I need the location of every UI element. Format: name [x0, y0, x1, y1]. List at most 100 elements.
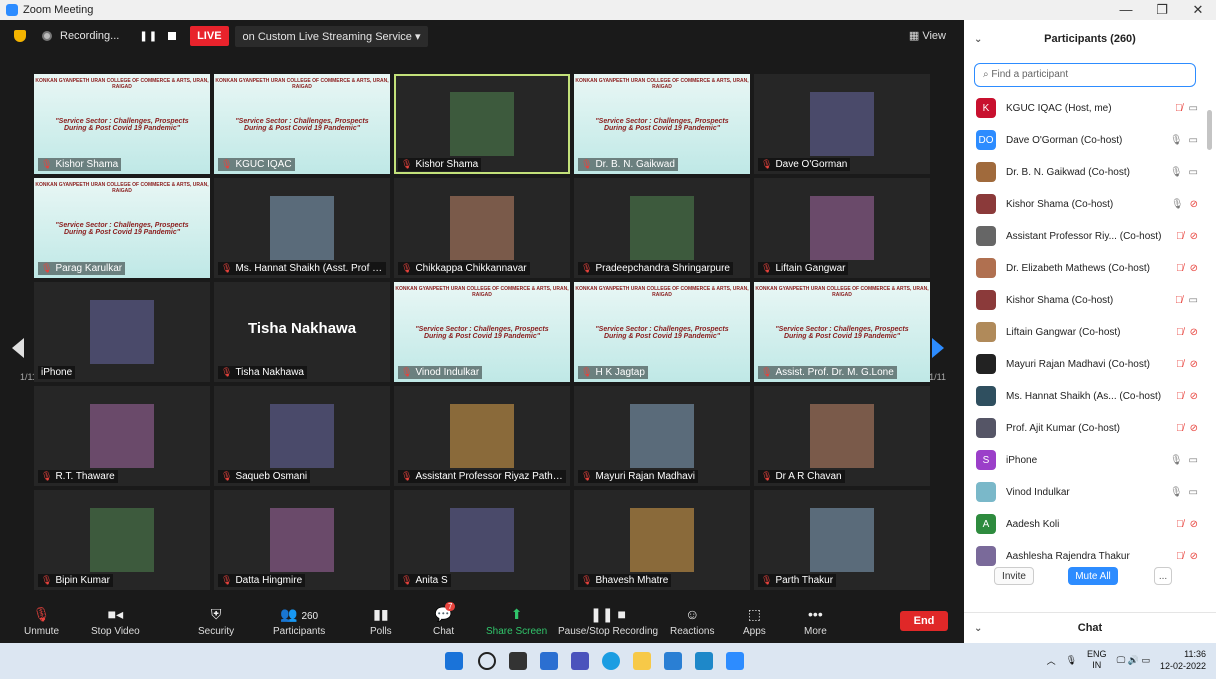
- video-tile[interactable]: KONKAN GYANPEETH URAN COLLEGE OF COMMERC…: [214, 74, 390, 174]
- apps-button[interactable]: ⬚ Apps: [743, 606, 766, 637]
- minimize-icon[interactable]: —: [1108, 2, 1144, 18]
- polls-button[interactable]: ▮▮ Polls: [370, 606, 392, 637]
- invite-button[interactable]: Invite: [994, 567, 1034, 585]
- participant-row[interactable]: Assistant Professor Riy... (Co-host) 🎙̸ ⊘: [964, 220, 1204, 252]
- video-tile[interactable]: 🎙 Kishor Shama: [394, 74, 570, 174]
- chat-chevron-icon[interactable]: ⌄: [974, 623, 982, 634]
- recording-controls-icon: ❚❚ ■: [590, 606, 626, 622]
- view-button[interactable]: ▦ View: [909, 29, 946, 42]
- participant-row[interactable]: K KGUC IQAC (Host, me) 🎙̸ ▭: [964, 92, 1204, 124]
- participant-row[interactable]: Liftain Gangwar (Co-host) 🎙̸ ⊘: [964, 316, 1204, 348]
- pause-recording-icon[interactable]: ❚❚: [139, 31, 158, 42]
- mail-icon[interactable]: [664, 652, 682, 670]
- participants-button[interactable]: 👥 260 Participants: [273, 606, 325, 637]
- video-tile[interactable]: 🎙 Liftain Gangwar: [754, 178, 930, 278]
- participant-video-image: [810, 404, 874, 468]
- meeting-toolbar: 🎙 Unmute ■◂ Stop Video ⛨ Security 👥 260 …: [0, 602, 964, 643]
- video-tile[interactable]: 🎙 Dave O'Gorman: [754, 74, 930, 174]
- clock[interactable]: 11:36 12-02-2022: [1160, 648, 1206, 672]
- video-tile[interactable]: 🎙 Ms. Hannat Shaikh (Asst. Prof B. C...: [214, 178, 390, 278]
- participant-row[interactable]: Prof. Ajit Kumar (Co-host) 🎙̸ ⊘: [964, 412, 1204, 444]
- next-page-arrow-icon[interactable]: [932, 338, 944, 358]
- video-tile[interactable]: Tisha Nakhawa 🎙 Tisha Nakhawa: [214, 282, 390, 382]
- pause-stop-recording-button[interactable]: ❚❚ ■ Pause/Stop Recording: [558, 606, 658, 637]
- task-view-icon[interactable]: [509, 652, 527, 670]
- participant-row[interactable]: DO Dave O'Gorman (Co-host) 🎙 ▭: [964, 124, 1204, 156]
- video-tile[interactable]: 🎙 Pradeepchandra Shringarpure: [574, 178, 750, 278]
- notepad-icon[interactable]: [695, 652, 713, 670]
- tile-name-label: iPhone: [38, 366, 76, 379]
- tray-chevron-icon[interactable]: ︿: [1047, 654, 1056, 667]
- video-tile[interactable]: KONKAN GYANPEETH URAN COLLEGE OF COMMERC…: [34, 74, 210, 174]
- reactions-button[interactable]: ☺ Reactions: [670, 606, 714, 637]
- restore-icon[interactable]: ❐: [1144, 2, 1180, 18]
- participant-name: Vinod Indulkar: [1006, 486, 1070, 498]
- poster-heading: KONKAN GYANPEETH URAN COLLEGE OF COMMERC…: [575, 78, 749, 90]
- search-taskbar-icon[interactable]: [478, 652, 496, 670]
- chat-button[interactable]: 💬 7 Chat: [433, 602, 456, 637]
- tile-name-label: 🎙 R.T. Thaware: [38, 470, 118, 483]
- participant-row[interactable]: Kishor Shama (Co-host) 🎙 ⊘: [964, 188, 1204, 220]
- live-badge[interactable]: LIVE: [190, 26, 229, 46]
- more-button[interactable]: ••• More: [804, 606, 827, 637]
- start-icon[interactable]: [445, 652, 463, 670]
- end-meeting-button[interactable]: End: [900, 611, 948, 631]
- unmute-button[interactable]: 🎙 Unmute: [24, 606, 59, 637]
- mute-all-button[interactable]: Mute All: [1068, 567, 1118, 585]
- video-off-icon: ⊘: [1189, 422, 1198, 434]
- participant-row[interactable]: Ms. Hannat Shaikh (As... (Co-host) 🎙̸ ⊘: [964, 380, 1204, 412]
- video-tile[interactable]: 🎙 Anita S: [394, 490, 570, 590]
- more-options-button[interactable]: ...: [1154, 567, 1172, 585]
- stop-recording-icon[interactable]: [168, 32, 177, 40]
- video-tile[interactable]: 🎙 Chikkappa Chikkannavar: [394, 178, 570, 278]
- participant-row[interactable]: A Aadesh Koli 🎙̸ ⊘: [964, 508, 1204, 540]
- chat-label: Chat: [433, 626, 455, 637]
- prev-page-arrow-icon[interactable]: [12, 338, 24, 358]
- security-button[interactable]: ⛨ Security: [198, 606, 234, 637]
- teams-chat-icon[interactable]: [571, 652, 589, 670]
- view-label: View: [922, 30, 946, 42]
- video-tile[interactable]: 🎙 Mayuri Rajan Madhavi: [574, 386, 750, 486]
- widgets-icon[interactable]: [540, 652, 558, 670]
- participant-list-scrollbar[interactable]: [1207, 110, 1212, 150]
- language-indicator[interactable]: ENG IN: [1087, 649, 1107, 671]
- video-tile[interactable]: 🎙 Dr A R Chavan: [754, 386, 930, 486]
- participant-row[interactable]: Mayuri Rajan Madhavi (Co-host) 🎙̸ ⊘: [964, 348, 1204, 380]
- video-tile[interactable]: KONKAN GYANPEETH URAN COLLEGE OF COMMERC…: [574, 282, 750, 382]
- chat-section-header[interactable]: ⌄ Chat: [964, 612, 1216, 643]
- stop-video-label: Stop Video: [91, 626, 140, 637]
- participant-row[interactable]: SiPhone 🎙 ▭: [964, 444, 1204, 476]
- tray-mic-icon[interactable]: 🎙: [1066, 655, 1077, 666]
- video-tile[interactable]: 🎙 Datta Hingmire: [214, 490, 390, 590]
- stop-video-button[interactable]: ■◂ Stop Video: [91, 606, 140, 637]
- participant-video-image: [270, 196, 334, 260]
- tile-name-text: Liftain Gangwar: [775, 263, 846, 274]
- file-explorer-icon[interactable]: [633, 652, 651, 670]
- video-tile[interactable]: KONKAN GYANPEETH URAN COLLEGE OF COMMERC…: [574, 74, 750, 174]
- participant-row[interactable]: Dr. Elizabeth Mathews (Co-host) 🎙̸ ⊘: [964, 252, 1204, 284]
- video-tile[interactable]: iPhone: [34, 282, 210, 382]
- video-tile[interactable]: 🎙 Parth Thakur: [754, 490, 930, 590]
- stream-service-dropdown[interactable]: on Custom Live Streaming Service ▾: [234, 25, 429, 47]
- participant-row[interactable]: Dr. B. N. Gaikwad (Co-host) 🎙 ▭: [964, 156, 1204, 188]
- participant-row[interactable]: Vinod Indulkar 🎙 ▭: [964, 476, 1204, 508]
- video-tile[interactable]: KONKAN GYANPEETH URAN COLLEGE OF COMMERC…: [34, 178, 210, 278]
- video-tile[interactable]: KONKAN GYANPEETH URAN COLLEGE OF COMMERC…: [754, 282, 930, 382]
- video-tile[interactable]: 🎙 Bhavesh Mhatre: [574, 490, 750, 590]
- network-sound-battery-icon[interactable]: 🖵 🔊 ▭: [1117, 655, 1150, 666]
- encryption-shield-icon[interactable]: [14, 30, 26, 42]
- video-tile[interactable]: 🎙 R.T. Thaware: [34, 386, 210, 486]
- zoom-taskbar-icon[interactable]: [726, 652, 744, 670]
- edge-icon[interactable]: [602, 652, 620, 670]
- video-tile[interactable]: 🎙 Bipin Kumar: [34, 490, 210, 590]
- find-participant-input[interactable]: ⌕ Find a participant: [974, 63, 1196, 87]
- video-tile[interactable]: 🎙 Assistant Professor Riyaz Pathan(...: [394, 386, 570, 486]
- close-icon[interactable]: ✕: [1180, 2, 1216, 18]
- participant-name: Kishor Shama (Co-host): [1006, 294, 1114, 306]
- share-screen-button[interactable]: ⬆ Share Screen: [486, 606, 547, 637]
- video-tile[interactable]: KONKAN GYANPEETH URAN COLLEGE OF COMMERC…: [394, 282, 570, 382]
- video-tile[interactable]: 🎙 Saqueb Osmani: [214, 386, 390, 486]
- participant-avatar: [976, 354, 996, 374]
- collapse-chevron-icon[interactable]: ⌄: [974, 34, 982, 45]
- participant-row[interactable]: Kishor Shama (Co-host) 🎙̸ ▭: [964, 284, 1204, 316]
